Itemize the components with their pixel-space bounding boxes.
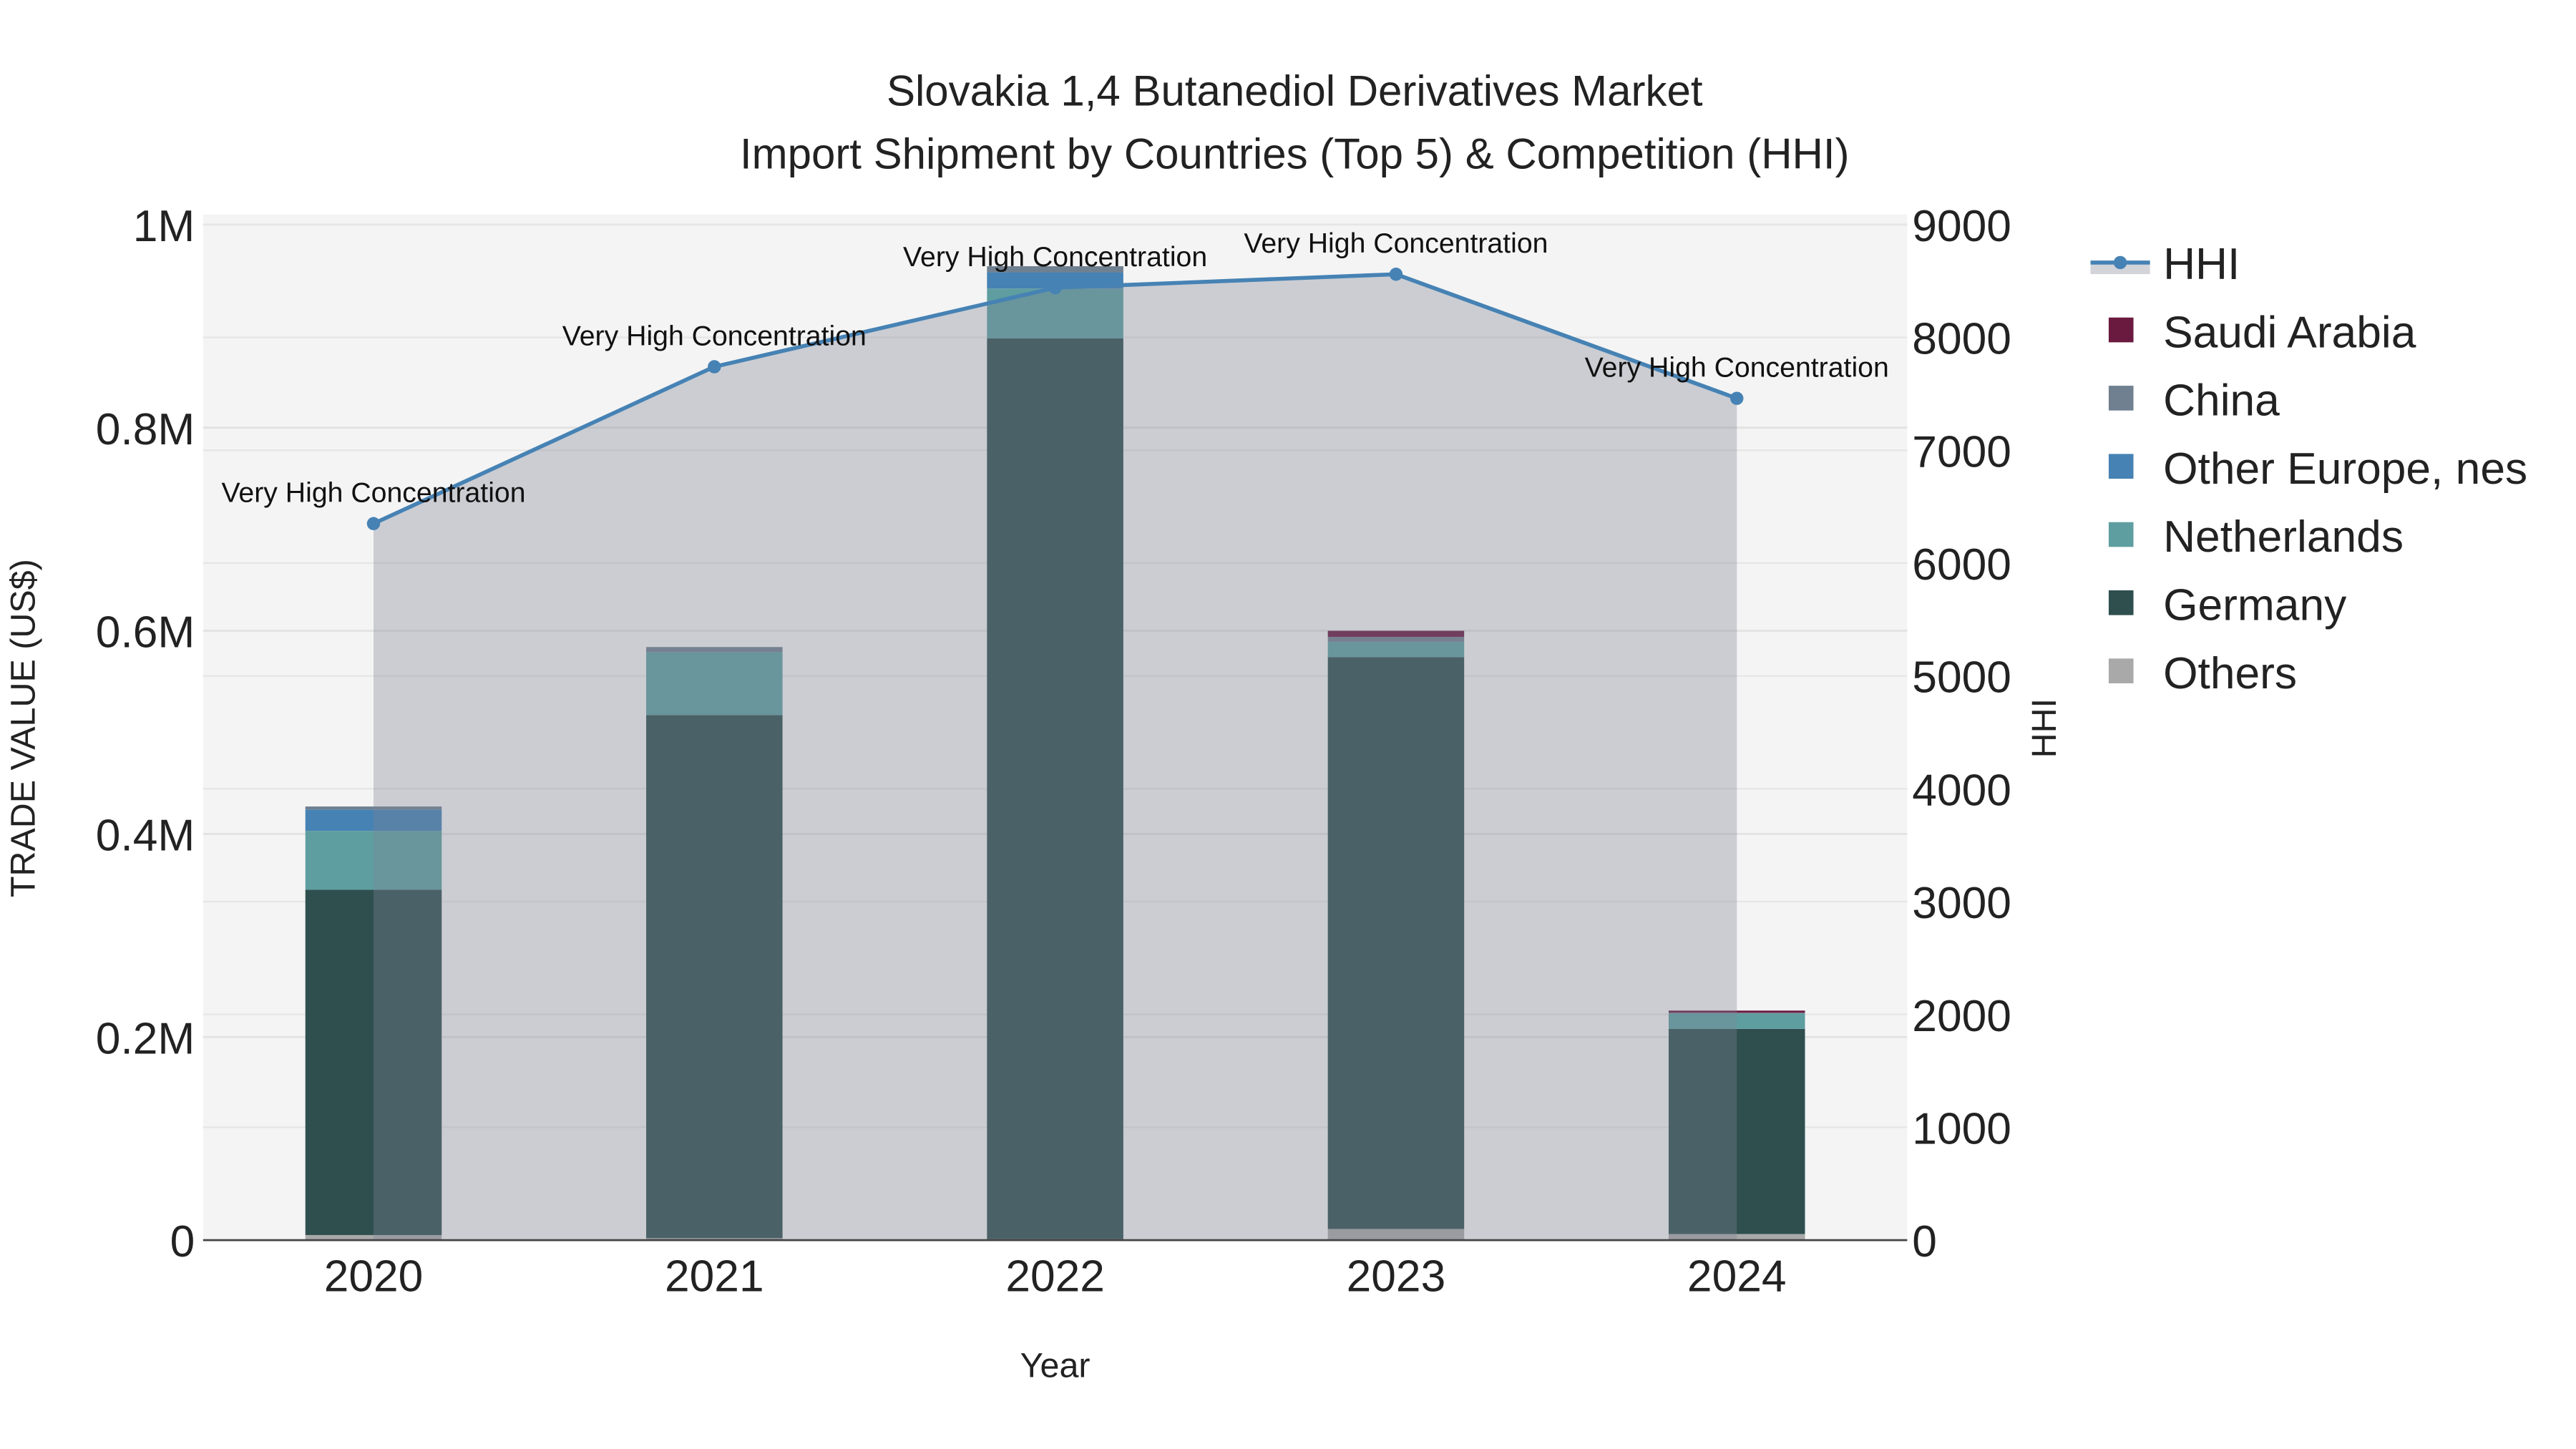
x-tick-label: 2022 [1005,1252,1105,1302]
legend-item-others[interactable]: Others [2108,649,2297,698]
y2-tick-label: 9000 [1912,202,2011,251]
y2-tick-label: 4000 [1912,766,2011,815]
chart: Very High Concentration Very High Concent… [4,67,2527,1385]
y2-tick-label: 1000 [1912,1104,2011,1153]
legend-item-china[interactable]: China [2108,376,2280,426]
hhi-point-2023[interactable] [1389,268,1403,281]
y-tick-label: 0 [170,1217,195,1267]
y2-tick-label: 0 [1912,1217,1937,1267]
y-tick-label: 0.8M [96,405,195,454]
legend-item-saudi-arabia[interactable]: Saudi Arabia [2108,308,2416,357]
hhi-annotation: Very High Concentration [221,477,525,509]
hhi-point-2021[interactable] [708,360,721,374]
legend-label: Germany [2163,581,2347,630]
x-tick-label: 2023 [1347,1252,1446,1302]
y2-axis-label: HHI [2025,698,2064,758]
x-axis-ticks: 2020 2021 2022 2023 2024 [324,1252,1787,1302]
legend-label: China [2163,376,2280,426]
hhi-annotation: Very High Concentration [903,241,1207,273]
y2-tick-label: 7000 [1912,427,2011,477]
legend-marker-icon [2113,255,2127,270]
hhi-annotation: Very High Concentration [1244,228,1548,259]
chart-subtitle: Import Shipment by Countries (Top 5) & C… [740,130,1850,177]
y-axis-label: TRADE VALUE (US$) [4,559,42,897]
y-axis-ticks: 0 0.2M 0.4M 0.6M 0.8M 1M [96,202,195,1267]
x-tick-label: 2021 [665,1252,764,1302]
y-tick-label: 0.4M [96,811,195,860]
legend-label: HHI [2163,240,2240,289]
y2-tick-label: 2000 [1912,992,2011,1041]
legend-label: Others [2163,649,2297,698]
chart-title: Slovakia 1,4 Butanediol Derivatives Mark… [887,67,1703,115]
hhi-point-2020[interactable] [366,517,381,530]
legend-swatch-icon [2108,386,2134,411]
legend-swatch-icon [2108,590,2134,615]
y2-tick-label: 3000 [1912,879,2011,928]
y2-tick-label: 5000 [1912,653,2011,703]
legend-label: Other Europe, nes [2163,444,2527,494]
y2-axis-ticks: 0 1000 2000 3000 4000 5000 6000 7000 8000 9000 [1912,202,2011,1267]
legend: HHI Saudi Arabia China Other Europe, nes Net… [2090,240,2527,698]
y2-tick-label: 8000 [1912,315,2011,364]
legend-item-netherlands[interactable]: Netherlands [2108,512,2404,562]
y-tick-label: 0.2M [96,1014,195,1063]
y2-tick-label: 6000 [1912,540,2011,590]
x-tick-label: 2020 [324,1252,424,1302]
legend-label: Netherlands [2163,512,2404,562]
x-tick-label: 2024 [1687,1252,1787,1302]
hhi-point-2024[interactable] [1730,391,1744,405]
legend-item-hhi[interactable]: HHI [2090,240,2240,289]
legend-swatch-icon [2108,454,2134,479]
hhi-point-2022[interactable] [1048,280,1062,295]
legend-swatch-icon [2108,522,2134,547]
legend-item-germany[interactable]: Germany [2108,581,2347,630]
legend-label: Saudi Arabia [2163,308,2416,357]
hhi-annotation: Very High Concentration [1585,352,1889,384]
legend-swatch-icon [2108,658,2134,683]
legend-swatch-icon [2108,317,2134,343]
y-tick-label: 1M [133,202,195,251]
hhi-annotation: Very High Concentration [562,321,867,352]
legend-item-other-europe-nes[interactable]: Other Europe, nes [2108,444,2527,494]
x-axis-label: Year [1020,1347,1091,1385]
y-tick-label: 0.6M [96,608,195,658]
